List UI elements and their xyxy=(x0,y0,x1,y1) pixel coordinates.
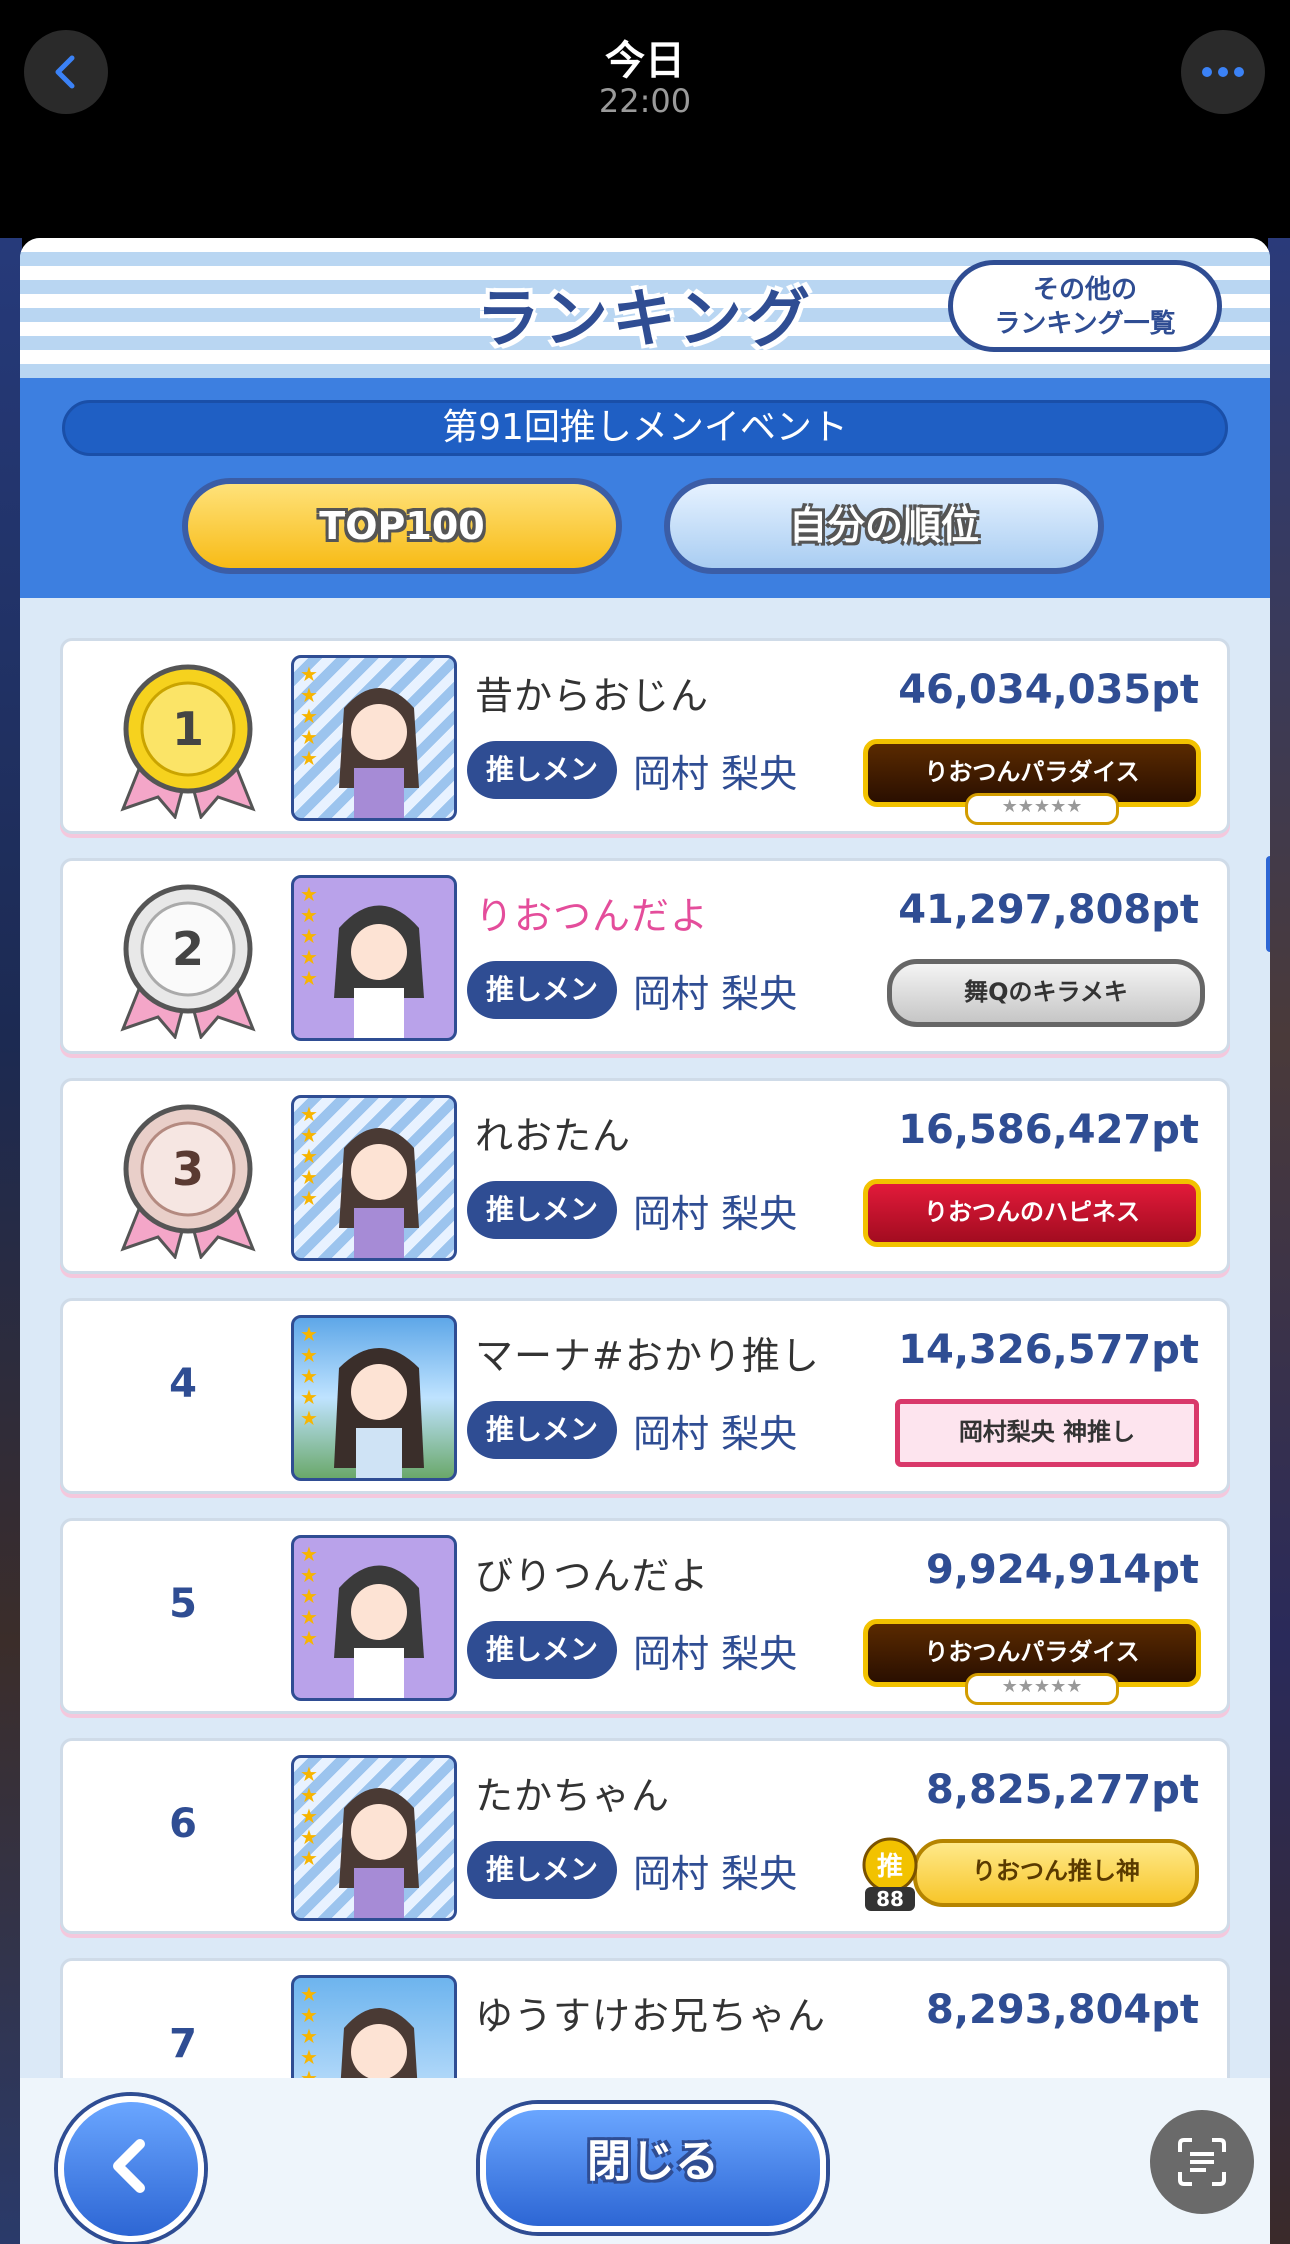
rarity-stars-icon: ★★★★★ xyxy=(300,662,318,770)
rank-number: 5 xyxy=(169,1581,197,1627)
game-background-right xyxy=(1268,238,1290,2244)
oshi-member-name: 岡村 梨央 xyxy=(633,1192,798,1236)
player-name: りおつんだよ xyxy=(475,894,710,938)
ranking-header: ランキング その他の ランキング一覧 xyxy=(20,238,1270,378)
oshi-member-name: 岡村 梨央 xyxy=(633,1852,798,1896)
player-name: マーナ#おかり推し xyxy=(475,1334,820,1378)
close-button[interactable]: 閉じる xyxy=(480,2104,826,2232)
oshi-label: 推しメン xyxy=(467,1401,617,1459)
rank-number: 4 xyxy=(169,1361,197,1407)
svg-text:3: 3 xyxy=(172,1142,204,1196)
points: 41,297,808pt xyxy=(898,887,1199,933)
more-icon xyxy=(1202,67,1244,77)
points: 16,586,427pt xyxy=(898,1107,1199,1153)
avatar: ★★★★★ xyxy=(291,655,457,821)
scrollbar[interactable] xyxy=(1266,856,1270,952)
title-badge: りおつん推し神 xyxy=(913,1839,1199,1907)
points: 9,924,914pt xyxy=(926,1547,1199,1593)
svg-text:1: 1 xyxy=(172,702,204,756)
character-icon xyxy=(339,1128,419,1258)
more-button[interactable] xyxy=(1181,30,1265,114)
avatar: ★★★★★ xyxy=(291,1535,457,1701)
tab-my-rank[interactable]: 自分の順位 xyxy=(664,478,1104,574)
footer: 閉じる xyxy=(20,2078,1270,2244)
character-icon xyxy=(339,688,419,818)
oshi-label: 推しメン xyxy=(467,1621,617,1679)
rarity-stars-icon: ★★★★★ xyxy=(300,882,318,990)
oshi-label: 推しメン xyxy=(467,1181,617,1239)
ranking-row[interactable]: 6 ★ ★ ★ ★ ★ たかちゃん 推しメン 岡村 梨央 8,825,277pt りおつ… xyxy=(60,1738,1230,1934)
game-background-left xyxy=(0,238,22,2244)
ranking-row[interactable]: 3 ★ ★ ★ ★ ★ れおたん 推しメン 岡村 梨央 16,586,427pt りおつ… xyxy=(60,1078,1230,1274)
points: 14,326,577pt xyxy=(898,1327,1199,1373)
player-name: ゆうすけお兄ちゃん xyxy=(475,1994,827,2038)
oshi-count-kanji: 推 xyxy=(877,1852,903,1882)
oshi-label: 推しメン xyxy=(467,741,617,799)
oshi-label: 推しメン xyxy=(467,961,617,1019)
rarity-stars-icon: ★★★★★ xyxy=(300,1542,318,1650)
character-icon xyxy=(334,905,424,1038)
player-name: びりつんだよ xyxy=(475,1554,710,1598)
oshi-member-name: 岡村 梨央 xyxy=(633,972,798,1016)
page-title: 今日 xyxy=(605,38,685,84)
badge-stars-icon: ★★★★★ xyxy=(965,1673,1119,1705)
oshi-count-value: 88 xyxy=(876,1887,904,1911)
ranking-row[interactable]: 2 ★ ★ ★ ★ ★ りおつんだよ 推しメン 岡村 梨央 41,297,808pt 舞… xyxy=(60,858,1230,1054)
points: 8,825,277pt xyxy=(926,1767,1199,1813)
event-name-bar: 第91回推しメンイベント xyxy=(62,400,1228,456)
rarity-stars-icon: ★★★★★ xyxy=(300,1762,318,1870)
chevron-left-icon xyxy=(113,2139,145,2193)
player-name: れおたん xyxy=(475,1114,632,1158)
oshi-member-name: 岡村 梨央 xyxy=(633,1412,798,1456)
player-name: たかちゃん xyxy=(475,1774,671,1818)
bronze-medal-icon: 3 xyxy=(120,1104,256,1259)
badge-stars-icon: ★★★★★ xyxy=(965,793,1119,825)
title-badge: りおつんのハピネス xyxy=(863,1179,1201,1247)
title-badge: 岡村梨央 神推し xyxy=(895,1399,1199,1467)
other-rankings-label-2: ランキング一覧 xyxy=(994,309,1176,339)
character-icon xyxy=(334,1565,424,1698)
oshi-count-icon: 推 88 xyxy=(862,1837,918,1911)
scan-text-icon xyxy=(1178,2138,1226,2186)
gold-medal-icon: 1 xyxy=(120,664,256,819)
back-round-button[interactable] xyxy=(58,2096,204,2242)
points: 46,034,035pt xyxy=(898,667,1199,713)
ranking-panel: ランキング その他の ランキング一覧 第91回推しメンイベント TOP100 自… xyxy=(20,238,1270,2244)
oshi-label: 推しメン xyxy=(467,1841,617,1899)
timestamp: 22:00 xyxy=(598,82,692,120)
rarity-stars-icon: ★★★★★ xyxy=(300,1322,318,1430)
rarity-stars-icon: ★★★★★ xyxy=(300,1102,318,1210)
svg-text:2: 2 xyxy=(172,922,204,976)
player-name: 昔からおじん xyxy=(475,674,710,718)
other-rankings-label-1: その他の xyxy=(1032,275,1137,305)
top-bar: 今日 22:00 xyxy=(0,0,1290,238)
character-icon xyxy=(339,1788,419,1918)
ranking-row[interactable]: 5 ★ ★ ★ ★ ★ びりつんだよ 推しメン 岡村 梨央 9,924,914pt りお… xyxy=(60,1518,1230,1714)
ranking-row[interactable]: 1 ★ ★ ★ ★ ★ 昔からおじん 推しメン 岡村 梨央 46,034,035pt り… xyxy=(60,638,1230,834)
oshi-member-name: 岡村 梨央 xyxy=(633,1632,798,1676)
character-icon xyxy=(334,1348,424,1478)
avatar: ★★★★★ xyxy=(291,1755,457,1921)
rank-number: 7 xyxy=(169,2021,197,2067)
avatar: ★★★★★ xyxy=(291,1315,457,1481)
rank-number: 6 xyxy=(169,1801,197,1847)
rarity-stars-icon: ★★★★★ xyxy=(300,1982,318,2089)
scan-text-button[interactable] xyxy=(1150,2110,1254,2214)
points: 8,293,804pt xyxy=(926,1987,1199,2033)
ranking-row[interactable]: 4 ★ ★ ★ ★ ★ マーナ#おかり推し 推しメン 岡村 梨央 14,326,577p… xyxy=(60,1298,1230,1494)
oshi-member-name: 岡村 梨央 xyxy=(633,752,798,796)
avatar: ★★★★★ xyxy=(291,875,457,1041)
other-rankings-button[interactable]: その他の ランキング一覧 xyxy=(948,260,1222,352)
avatar: ★★★★★ xyxy=(291,1095,457,1261)
silver-medal-icon: 2 xyxy=(120,884,256,1039)
title-badge: 舞Qのキラメキ xyxy=(887,959,1205,1027)
tab-top100[interactable]: TOP100 xyxy=(182,478,622,574)
